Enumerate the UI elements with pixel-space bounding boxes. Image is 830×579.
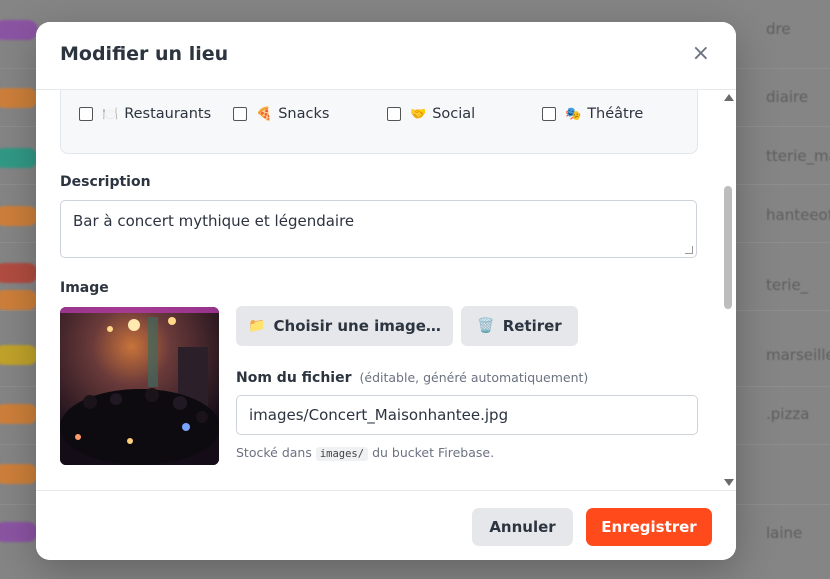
filename-label-text: Nom du fichier xyxy=(236,370,352,386)
bg-tag-pill xyxy=(0,88,38,108)
remove-image-label: Retirer xyxy=(502,317,562,335)
category-label: Restaurants xyxy=(124,106,212,122)
choose-image-label: Choisir une image… xyxy=(273,317,441,335)
description-textarea[interactable]: Bar à concert mythique et légendaire xyxy=(60,200,697,258)
theater-masks-icon: 🎭 xyxy=(565,106,582,122)
bg-tag-pill xyxy=(0,263,38,283)
storage-note-suffix: du bucket Firebase. xyxy=(372,445,495,460)
category-social[interactable]: 🤝 Social xyxy=(387,106,475,122)
checkbox[interactable] xyxy=(542,107,556,121)
image-label: Image xyxy=(60,280,109,296)
cancel-button[interactable]: Annuler xyxy=(472,508,573,546)
scroll-up-arrow-icon[interactable] xyxy=(724,94,734,101)
edit-place-modal: Modifier un lieu × 🍽️ Restaurants 🍕 Snac… xyxy=(36,22,736,560)
category-label: Théâtre xyxy=(587,106,644,122)
bg-row-text: laine xyxy=(766,524,803,542)
choose-image-button[interactable]: 📁 Choisir une image… xyxy=(236,306,453,346)
scroll-down-arrow-icon[interactable] xyxy=(724,479,734,486)
storage-path-code: images/ xyxy=(315,447,369,461)
folder-icon: 📁 xyxy=(248,318,266,334)
trash-icon: 🗑️ xyxy=(477,318,495,334)
handshake-icon: 🤝 xyxy=(410,106,427,122)
checkbox[interactable] xyxy=(233,107,247,121)
bg-row-text: .pizza xyxy=(766,405,810,423)
bg-tag-pill xyxy=(0,345,38,365)
scrollbar[interactable] xyxy=(722,90,734,490)
category-label: Social xyxy=(432,106,476,122)
concert-photo xyxy=(60,307,219,465)
modal-header: Modifier un lieu × xyxy=(36,22,736,90)
filename-hint: (éditable, généré automatiquement) xyxy=(359,370,589,385)
checkbox[interactable] xyxy=(387,107,401,121)
save-button[interactable]: Enregistrer xyxy=(586,508,712,546)
category-snacks[interactable]: 🍕 Snacks xyxy=(233,106,329,122)
bg-tag-pill xyxy=(0,206,38,226)
bg-tag-pill xyxy=(0,522,38,542)
bg-tag-pill xyxy=(0,148,38,168)
bg-row-text: dre xyxy=(766,20,791,38)
description-label: Description xyxy=(60,174,151,190)
category-label: Snacks xyxy=(278,106,330,122)
filename-label: Nom du fichier (éditable, généré automati… xyxy=(236,370,588,386)
modal-footer: Annuler Enregistrer xyxy=(36,490,736,560)
modal-title: Modifier un lieu xyxy=(60,43,229,65)
bg-row-text: terie_ xyxy=(766,276,809,294)
bg-row-text: diaire xyxy=(766,88,809,106)
bg-row-text: tterie_marse xyxy=(766,147,830,165)
category-restaurants[interactable]: 🍽️ Restaurants xyxy=(79,106,211,122)
checkbox[interactable] xyxy=(79,107,93,121)
storage-note-prefix: Stocké dans xyxy=(236,445,312,460)
description-value: Bar à concert mythique et légendaire xyxy=(73,212,355,230)
filename-value: images/Concert_Maisonhantee.jpg xyxy=(249,406,509,424)
filename-input[interactable]: images/Concert_Maisonhantee.jpg xyxy=(236,395,698,435)
category-checkbox-group: 🍽️ Restaurants 🍕 Snacks 🤝 Social 🎭 Théât… xyxy=(60,90,698,154)
storage-note: Stocké dans images/ du bucket Firebase. xyxy=(236,445,495,461)
pizza-icon: 🍕 xyxy=(256,106,273,122)
restaurant-icon: 🍽️ xyxy=(102,106,119,122)
image-preview xyxy=(60,307,219,465)
bg-tag-pill xyxy=(0,290,38,310)
bg-tag-pill xyxy=(0,20,38,40)
modal-body: 🍽️ Restaurants 🍕 Snacks 🤝 Social 🎭 Théât… xyxy=(36,90,722,490)
close-icon: × xyxy=(691,41,710,66)
bg-tag-pill xyxy=(0,464,38,484)
close-button[interactable]: × xyxy=(692,42,710,66)
remove-image-button[interactable]: 🗑️ Retirer xyxy=(461,306,578,346)
scrollbar-thumb[interactable] xyxy=(724,186,732,309)
bg-row-text: hanteeofficie xyxy=(766,206,830,224)
resize-handle-icon[interactable] xyxy=(685,246,693,254)
bg-row-text: marseille xyxy=(766,346,830,364)
category-theatre[interactable]: 🎭 Théâtre xyxy=(542,106,643,122)
bg-tag-pill xyxy=(0,404,38,424)
